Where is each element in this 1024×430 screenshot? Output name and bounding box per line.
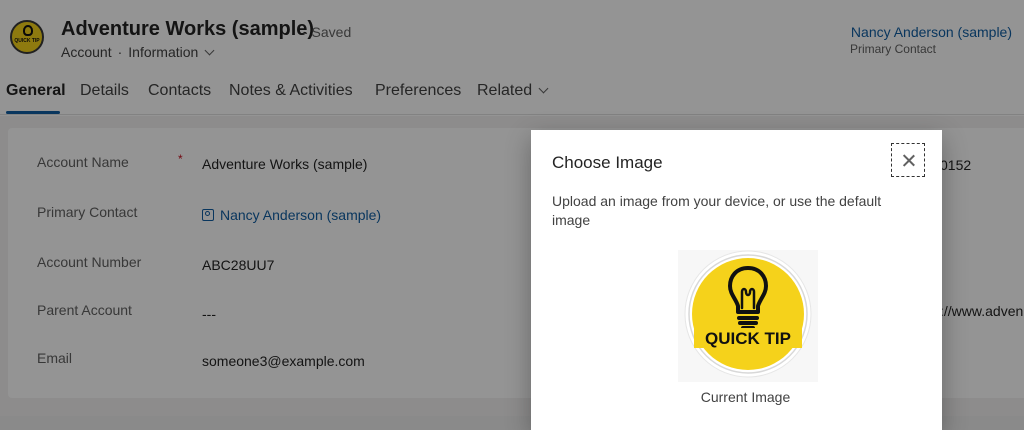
quick-tip-label: QUICK TIP bbox=[705, 329, 791, 348]
close-button[interactable] bbox=[891, 143, 925, 177]
choose-image-dialog: Choose Image Upload an image from your d… bbox=[531, 130, 942, 430]
quick-tip-image: QUICK TIP bbox=[684, 250, 812, 378]
current-image: QUICK TIP bbox=[678, 250, 818, 382]
current-image-caption: Current Image bbox=[700, 389, 791, 405]
dialog-description: Upload an image from your device, or use… bbox=[552, 193, 882, 228]
dialog-title: Choose Image bbox=[552, 153, 663, 172]
